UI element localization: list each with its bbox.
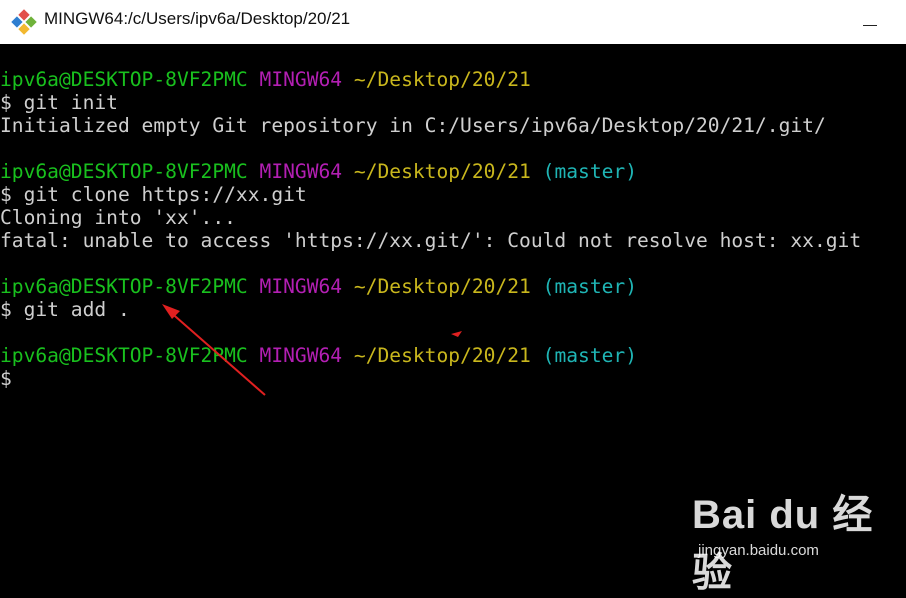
output-line: Cloning into 'xx'... bbox=[0, 206, 236, 229]
title-bar: MINGW64:/c/Users/ipv6a/Desktop/20/21 bbox=[0, 0, 906, 44]
prompt-line: ipv6a@DESKTOP-8VF2PMC MINGW64 ~/Desktop/… bbox=[0, 275, 637, 298]
minimize-icon bbox=[863, 25, 877, 26]
window-title: MINGW64:/c/Users/ipv6a/Desktop/20/21 bbox=[44, 9, 351, 28]
command-prompt-line: $ bbox=[0, 367, 12, 390]
prompt-line: ipv6a@DESKTOP-8VF2PMC MINGW64 ~/Desktop/… bbox=[0, 344, 637, 367]
prompt-path: ~/Desktop/20/21 bbox=[353, 344, 531, 367]
prompt-line: ipv6a@DESKTOP-8VF2PMC MINGW64 ~/Desktop/… bbox=[0, 68, 531, 91]
output-line: Initialized empty Git repository in C:/U… bbox=[0, 114, 826, 137]
prompt-user: ipv6a@DESKTOP-8VF2PMC bbox=[0, 344, 248, 367]
prompt-user: ipv6a@DESKTOP-8VF2PMC bbox=[0, 68, 248, 91]
prompt-path: ~/Desktop/20/21 bbox=[353, 160, 531, 183]
prompt-host: MINGW64 bbox=[259, 344, 343, 367]
prompt-host: MINGW64 bbox=[259, 160, 343, 183]
output-line: fatal: unable to access 'https://xx.git/… bbox=[0, 229, 862, 252]
prompt-user: ipv6a@DESKTOP-8VF2PMC bbox=[0, 160, 248, 183]
minimize-button[interactable] bbox=[856, 8, 886, 36]
command-line: $ git add . bbox=[0, 298, 130, 321]
prompt-branch: (master) bbox=[542, 160, 638, 183]
baidu-jingyan-watermark: Bai du 经验 jingyan.baidu.com bbox=[692, 482, 902, 595]
prompt-user: ipv6a@DESKTOP-8VF2PMC bbox=[0, 275, 248, 298]
prompt-path: ~/Desktop/20/21 bbox=[353, 68, 531, 91]
prompt-host: MINGW64 bbox=[259, 68, 343, 91]
watermark-logo: Bai du 经验 bbox=[692, 493, 874, 595]
prompt-line: ipv6a@DESKTOP-8VF2PMC MINGW64 ~/Desktop/… bbox=[0, 160, 637, 183]
prompt-path: ~/Desktop/20/21 bbox=[353, 275, 531, 298]
prompt-host: MINGW64 bbox=[259, 275, 343, 298]
command-line: $ git init bbox=[0, 91, 118, 114]
command-line: $ git clone https://xx.git bbox=[0, 183, 307, 206]
watermark-url: jingyan.baidu.com bbox=[698, 542, 819, 559]
git-bash-icon bbox=[11, 9, 37, 35]
prompt-branch: (master) bbox=[542, 275, 638, 298]
prompt-branch: (master) bbox=[542, 344, 638, 367]
